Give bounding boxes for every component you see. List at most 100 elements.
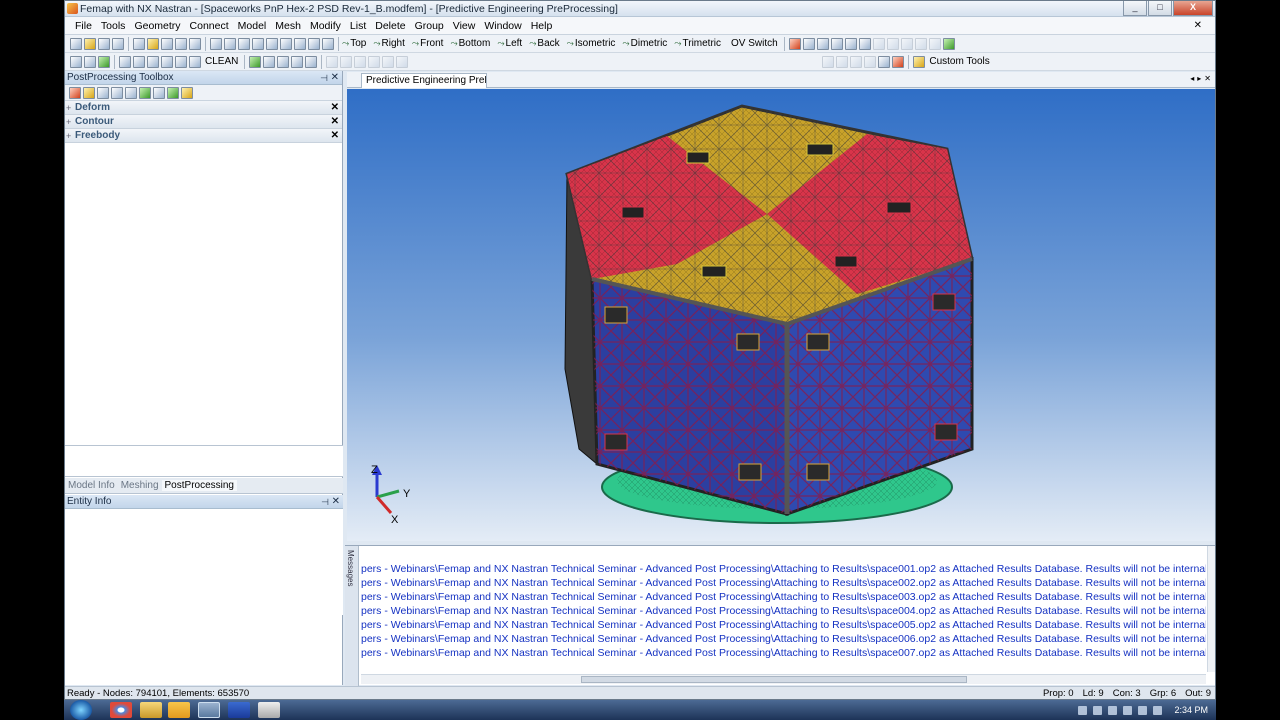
pp-layers-icon[interactable]	[97, 86, 109, 99]
clock-time[interactable]: 2:34 PM	[1174, 705, 1208, 715]
tab-view-predictive-engineering[interactable]: Predictive Engineering PrePro...	[361, 73, 487, 88]
network-icon[interactable]	[1123, 705, 1133, 715]
taskbar-chrome-icon[interactable]	[110, 702, 132, 718]
taskbar-app-icon[interactable]	[258, 702, 280, 718]
scrollbar-thumb[interactable]	[581, 676, 967, 683]
selector-icon[interactable]	[84, 55, 96, 68]
mesh-control-icon[interactable]	[147, 55, 159, 68]
pp-view-icon[interactable]	[153, 86, 165, 99]
pp-folder-icon[interactable]	[83, 86, 95, 99]
view-bottom-button[interactable]: Bottom	[450, 38, 491, 49]
pp-item-close-icon[interactable]: ✕	[331, 115, 339, 129]
pane-close-icon[interactable]: ✕	[332, 495, 340, 509]
boolean-icon[interactable]	[326, 55, 339, 68]
tab-model-info[interactable]: Model Info	[65, 480, 118, 491]
view-tab-controls[interactable]: ◂▸✕	[1190, 74, 1214, 83]
zoom-fit-icon[interactable]	[830, 37, 843, 50]
custom-tools-button[interactable]: Custom Tools	[929, 56, 989, 67]
mesh-tool-icon[interactable]	[119, 55, 131, 68]
pp-options-icon[interactable]	[111, 86, 123, 99]
tab-meshing[interactable]: Meshing	[118, 480, 162, 491]
volume-icon[interactable]	[1153, 705, 1163, 715]
extrude-icon[interactable]	[340, 55, 353, 68]
messages-vertical-scrollbar[interactable]	[1207, 546, 1215, 672]
view-trimetric-button[interactable]: Trimetric	[674, 38, 722, 49]
visibility-icon[interactable]	[252, 37, 264, 50]
layers-icon[interactable]	[238, 37, 250, 50]
tab-postprocessing[interactable]: PostProcessing	[161, 480, 237, 491]
text-icon[interactable]	[175, 55, 187, 68]
maximize-button[interactable]: □	[1148, 1, 1172, 16]
view-right-button[interactable]: Right	[373, 38, 405, 49]
leaf-icon[interactable]	[942, 37, 955, 50]
geometry-tool-icon[interactable]	[133, 37, 145, 50]
taskbar-folder-icon[interactable]	[168, 702, 190, 718]
menu-group[interactable]: Group	[415, 20, 444, 32]
mdi-close-icon[interactable]: ✕	[1194, 20, 1202, 31]
menu-window[interactable]: Window	[484, 20, 521, 32]
workplane-reset-icon[interactable]	[892, 55, 905, 68]
workplane-icon[interactable]	[864, 55, 877, 68]
sum-icon[interactable]	[175, 37, 187, 50]
measure-icon[interactable]	[189, 37, 201, 50]
arc-icon[interactable]	[291, 55, 304, 68]
menu-modify[interactable]: Modify	[310, 20, 341, 32]
view-front-button[interactable]: Front	[412, 38, 443, 49]
pp-item-close-icon[interactable]: ✕	[331, 129, 339, 143]
line-icon[interactable]	[263, 55, 276, 68]
pane-close-icon[interactable]: ✕	[331, 71, 339, 85]
fillet-icon[interactable]	[382, 55, 395, 68]
zoom-out-icon[interactable]	[816, 37, 829, 50]
view-isometric-button[interactable]: Isometric	[567, 38, 616, 49]
pp-tree-icon[interactable]	[125, 86, 137, 99]
new-icon[interactable]	[70, 37, 82, 50]
zoom-in-icon[interactable]	[802, 37, 815, 50]
entity-select-icon[interactable]	[161, 37, 173, 50]
pp-record-icon[interactable]	[69, 86, 81, 99]
snap-node-icon[interactable]	[836, 55, 849, 68]
menu-view[interactable]: View	[453, 20, 476, 32]
view-top-button[interactable]: Top	[342, 38, 366, 49]
view-style-icon[interactable]	[322, 37, 334, 50]
dynamic-rotate-icon[interactable]	[914, 37, 927, 50]
pin-icon[interactable]: ⊣	[321, 495, 329, 509]
menu-delete[interactable]: Delete	[375, 20, 405, 32]
pp-item-contour[interactable]: Contour ✕	[65, 115, 342, 129]
menu-list[interactable]: List	[350, 20, 366, 32]
workplane-align-icon[interactable]	[878, 55, 891, 68]
menu-geometry[interactable]: Geometry	[134, 20, 180, 32]
taskbar-femap-icon[interactable]	[198, 702, 220, 718]
print-icon[interactable]	[112, 37, 124, 50]
delete-icon[interactable]	[788, 37, 801, 50]
add-icon[interactable]	[249, 55, 262, 68]
pp-item-deform[interactable]: Deform ✕	[65, 101, 342, 115]
open-icon[interactable]	[84, 37, 96, 50]
bluetooth-icon[interactable]	[1093, 705, 1103, 715]
snap-icon[interactable]	[147, 37, 159, 50]
display-icon[interactable]	[1108, 705, 1118, 715]
flag-icon[interactable]	[1138, 705, 1148, 715]
taskbar-explorer-icon[interactable]	[140, 702, 162, 718]
custom-tools-icon[interactable]	[913, 55, 926, 68]
menu-help[interactable]: Help	[531, 20, 553, 32]
check-icon[interactable]	[98, 55, 110, 68]
menu-tools[interactable]: Tools	[101, 20, 126, 32]
minimize-button[interactable]: _	[1123, 1, 1147, 16]
mesh-size-icon[interactable]	[133, 55, 145, 68]
snap-grid-icon[interactable]	[850, 55, 863, 68]
status-constraint[interactable]: Con: 3	[1113, 687, 1141, 699]
pp-item-close-icon[interactable]: ✕	[331, 101, 339, 115]
rotate-icon[interactable]	[872, 37, 885, 50]
circle-icon[interactable]	[277, 55, 290, 68]
tray-arrow-icon[interactable]	[1078, 705, 1088, 715]
view-back-button[interactable]: Back	[529, 38, 559, 49]
messages-horizontal-scrollbar[interactable]	[361, 674, 1206, 684]
sweep-icon[interactable]	[368, 55, 381, 68]
pp-animate-icon[interactable]	[167, 86, 179, 99]
menu-connect[interactable]: Connect	[190, 20, 229, 32]
pp-results-icon[interactable]	[139, 86, 151, 99]
status-load[interactable]: Ld: 9	[1083, 687, 1104, 699]
pp-refresh-icon[interactable]	[181, 86, 193, 99]
close-button[interactable]: X	[1173, 1, 1213, 16]
taskbar-word-icon[interactable]	[228, 702, 250, 718]
